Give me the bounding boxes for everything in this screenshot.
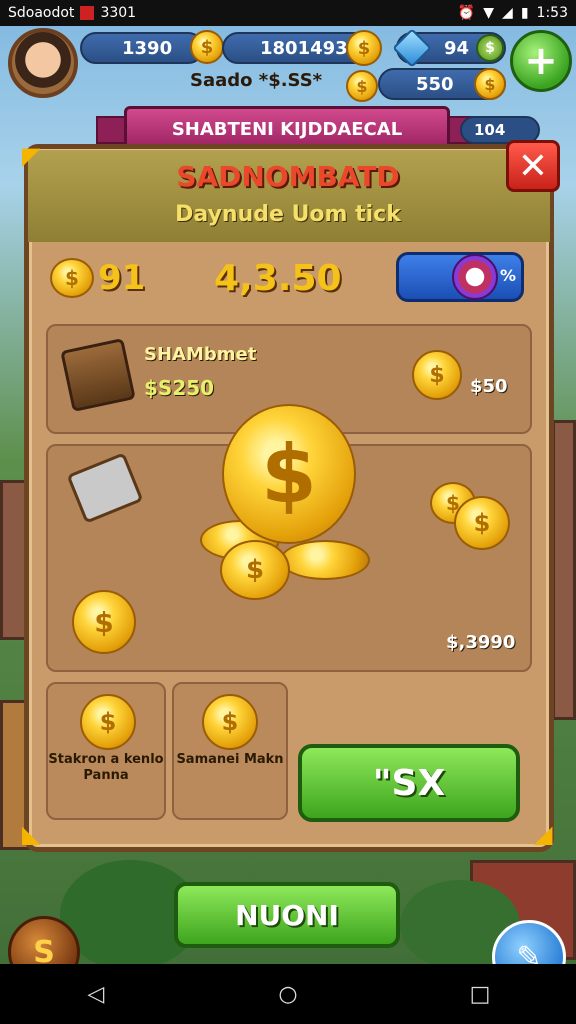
- item-card-label: Samanei Makn: [176, 752, 284, 767]
- coin-icon: [280, 540, 370, 580]
- house: [552, 420, 576, 720]
- coin-icon: $: [476, 34, 504, 62]
- gems-value: 94: [444, 37, 470, 59]
- recents-icon[interactable]: □: [460, 974, 500, 1014]
- offer-row-title: SHAMbmet: [144, 344, 257, 365]
- alarm-icon: ⏰: [457, 5, 476, 21]
- chest-icon: [60, 338, 136, 412]
- sub-value: 550: [416, 73, 454, 95]
- offer-row-right-value: $50: [470, 376, 508, 397]
- offer-row-value: $S250: [144, 376, 215, 400]
- notification-icon: [80, 6, 95, 20]
- coin-icon: $: [202, 694, 258, 750]
- android-navbar: ◁ ○ □: [0, 964, 576, 1024]
- coin-icon: $: [412, 350, 462, 400]
- status-time: 1:53: [536, 5, 568, 21]
- coin-icon: $: [72, 590, 136, 654]
- toggle-label: %: [500, 266, 517, 285]
- add-currency-button[interactable]: +: [510, 30, 572, 92]
- main-offer-total: $,3990: [446, 632, 516, 653]
- coin-icon: $: [346, 70, 378, 102]
- buy-button-label: "SX: [372, 762, 446, 804]
- close-icon: ✕: [517, 145, 549, 187]
- ribbon-title: SHABTENI KIJDDAECAL: [171, 118, 403, 140]
- coin-icon: $: [50, 258, 94, 298]
- corner-arrow-icon: ◢: [534, 820, 553, 848]
- stat-left: 91: [98, 258, 146, 298]
- coin-icon: $: [346, 30, 382, 66]
- wifi-icon: ▼: [483, 5, 495, 21]
- panel-title: SADNOMBATD: [176, 160, 400, 193]
- main-action-label: NUONI: [235, 898, 339, 932]
- status-left-value: 3301: [100, 5, 137, 21]
- stat-center: 4,3.50: [214, 258, 342, 299]
- signal-icon: ◢: [502, 5, 513, 21]
- plus-icon: +: [524, 38, 558, 84]
- status-left-text: Sdoaodot: [8, 5, 75, 21]
- coin-icon: $: [222, 404, 356, 544]
- item-card-label: Stakron a kenlo Panna: [48, 752, 164, 783]
- main-action-button[interactable]: NUONI: [174, 882, 400, 948]
- coin-icon: $: [80, 694, 136, 750]
- back-icon[interactable]: ◁: [76, 974, 116, 1014]
- coin-icon: $: [190, 30, 224, 64]
- corner-arrow-icon: ◣: [22, 820, 41, 848]
- coins-counter: 1390: [80, 32, 204, 64]
- battery-icon: ▮: [520, 5, 529, 21]
- coin-icon: $: [474, 68, 506, 100]
- coin-icon: $: [220, 540, 290, 600]
- close-button[interactable]: ✕: [506, 140, 560, 192]
- sub-label: Saado *$.SS*: [190, 70, 323, 91]
- coin-icon: $: [454, 496, 510, 550]
- toggle-knob[interactable]: [452, 254, 498, 300]
- avatar[interactable]: [8, 28, 78, 98]
- status-bar: Sdoaodot 3301 ⏰ ▼ ◢ ▮ 1:53: [0, 0, 576, 26]
- panel-subtitle: Daynude Uom tick: [175, 202, 401, 227]
- gold-value: 1801493: [260, 37, 348, 59]
- buy-button[interactable]: "SX: [298, 744, 520, 822]
- small-value: 104: [474, 121, 506, 139]
- coins-value: 1390: [122, 37, 173, 59]
- home-icon[interactable]: ○: [268, 974, 308, 1014]
